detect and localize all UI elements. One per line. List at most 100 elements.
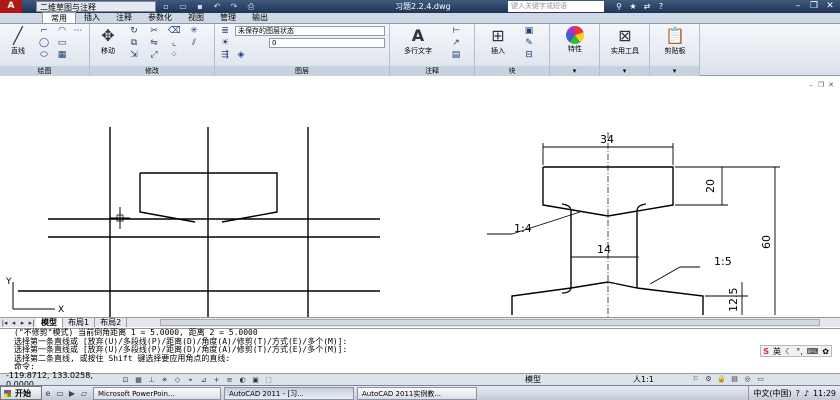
redo-icon[interactable]: ↷ (227, 1, 241, 12)
layer-state-dropdown[interactable]: 未保存的图层状态 (235, 26, 385, 36)
ducs-icon[interactable]: ⊿ (198, 375, 209, 385)
modify-panel-title[interactable]: 修改 (90, 66, 214, 76)
tab-model[interactable]: 模型 (36, 318, 63, 327)
layers-panel-title[interactable]: 图层 (215, 66, 389, 76)
media-icon[interactable]: ▶ (66, 389, 78, 398)
close-icon[interactable]: ✕ (822, 0, 838, 13)
desktop-icon[interactable]: ▭ (54, 389, 66, 398)
mtext-button[interactable]: A 多行文字 (396, 26, 440, 56)
table-icon[interactable]: ▤ (450, 50, 462, 61)
undo-icon[interactable]: ↶ (210, 1, 224, 12)
properties-button[interactable]: 特性 (554, 26, 596, 54)
attribute-icon[interactable]: ⊟ (523, 50, 535, 61)
plot-icon[interactable]: ⎙ (244, 1, 258, 12)
transparency-icon[interactable]: ◐ (237, 375, 248, 385)
properties-panel-expand[interactable]: ▾ (550, 66, 599, 76)
tab-annotate[interactable]: 注释 (108, 12, 140, 23)
open-icon[interactable]: ▭ (176, 1, 190, 12)
tab-layout1[interactable]: 布局1 (63, 318, 96, 327)
osnap-icon[interactable]: ◇ (172, 375, 183, 385)
annotation-panel-title[interactable]: 注释 (390, 66, 474, 76)
layer-isolate-icon[interactable]: ◈ (235, 50, 247, 61)
layer-dropdown[interactable]: 0 (269, 38, 385, 48)
taskbar-item-autocad-2[interactable]: AutoCAD 2011实例教... (357, 386, 477, 400)
start-button[interactable]: 开始 (0, 386, 42, 400)
create-block-icon[interactable]: ▣ (523, 26, 535, 37)
minimize-icon[interactable]: – (790, 0, 806, 13)
lineweight-icon[interactable]: ≡ (224, 375, 235, 385)
edit-block-icon[interactable]: ✎ (523, 38, 535, 49)
fillet-icon[interactable]: ⌞ (168, 38, 180, 49)
search-input[interactable]: 键入关键字或短语 (508, 1, 604, 12)
tab-output[interactable]: 输出 (244, 12, 276, 23)
restore-icon[interactable]: ❐ (806, 0, 822, 13)
utilities-button[interactable]: ⊠ 实用工具 (603, 26, 647, 56)
prev-tab-icon[interactable]: ◂ (9, 319, 18, 327)
last-tab-icon[interactable]: ▸| (27, 319, 36, 327)
lock-icon[interactable]: 🔒 (716, 374, 727, 384)
otrack-icon[interactable]: ⌖ (185, 375, 196, 385)
array-icon[interactable]: ⁘ (168, 50, 180, 61)
line-button[interactable]: ╱ 直线 (4, 26, 32, 56)
erase-icon[interactable]: ⌫ (168, 26, 181, 37)
binoculars-icon[interactable]: ⚲ (612, 0, 626, 13)
workspace-dropdown[interactable]: 二维草图与注释 (36, 1, 156, 12)
tray-help-icon[interactable]: ? (796, 389, 800, 398)
workspace-switch-icon[interactable]: ⚙ (703, 374, 714, 384)
qp-icon[interactable]: ▣ (250, 375, 261, 385)
first-tab-icon[interactable]: |◂ (0, 319, 9, 327)
rectangle-icon[interactable]: ▭ (56, 38, 68, 49)
ellipse-icon[interactable]: ⬭ (38, 50, 50, 61)
horizontal-scrollbar[interactable] (160, 319, 820, 326)
draw-panel-title[interactable]: 绘图 (0, 66, 89, 76)
dyn-icon[interactable]: + (211, 375, 222, 385)
layer-properties-icon[interactable]: ≣ (219, 26, 231, 37)
move-button[interactable]: ✥ 移动 (94, 26, 122, 56)
leader-icon[interactable]: ↗ (450, 38, 462, 49)
trim-icon[interactable]: ✂ (148, 26, 160, 37)
clipboard-button[interactable]: 📋 剪贴板 (654, 26, 696, 56)
tab-home[interactable]: 常用 (42, 12, 76, 23)
offset-icon[interactable]: ⫽ (188, 38, 200, 49)
polar-icon[interactable]: ✳ (159, 375, 170, 385)
ime-moon-icon[interactable]: ☾ (783, 347, 794, 356)
ie-icon[interactable]: e (42, 389, 54, 398)
tab-manage[interactable]: 管理 (212, 12, 244, 23)
star-icon[interactable]: ★ (626, 0, 640, 13)
layer-match-icon[interactable]: ⇶ (219, 50, 231, 61)
exchange-icon[interactable]: ⇄ (640, 0, 654, 13)
snap-icon[interactable]: ⊡ (120, 375, 131, 385)
ime-punct-icon[interactable]: °, (794, 347, 805, 356)
tab-insert[interactable]: 插入 (76, 12, 108, 23)
explode-icon[interactable]: ✳ (188, 26, 200, 37)
command-prompt[interactable]: 命令: (14, 362, 840, 372)
isolate-objects-icon[interactable]: ◎ (742, 374, 753, 384)
utilities-panel-expand[interactable]: ▾ (600, 66, 649, 76)
next-tab-icon[interactable]: ▸ (18, 319, 27, 327)
block-panel-title[interactable]: 块 (475, 66, 549, 76)
polyline-icon[interactable]: ⌐ (38, 26, 50, 37)
hatch-icon[interactable]: ▦ (56, 50, 68, 61)
folder-icon[interactable]: ▱ (78, 389, 90, 398)
insert-button[interactable]: ⊞ 插入 (481, 26, 515, 56)
sc-icon[interactable]: ⬚ (263, 375, 274, 385)
grid-icon[interactable]: ▦ (133, 375, 144, 385)
drawing-canvas[interactable]: – ❐ ✕ 34 14 20 60 12.5 1:4 1:5 Y X (0, 77, 840, 317)
clock[interactable]: 11:29 (813, 389, 836, 398)
help-icon[interactable]: ? (654, 0, 668, 13)
save-icon[interactable]: ▪ (193, 1, 207, 12)
stretch-icon[interactable]: ⇲ (128, 50, 140, 61)
taskbar-item-autocad-1[interactable]: AutoCAD 2011 - [习... (224, 386, 354, 400)
scale-icon[interactable]: ⤢ (148, 50, 160, 61)
autocad-logo-icon[interactable]: A (0, 0, 22, 13)
circle-icon[interactable]: ◯ (38, 38, 50, 49)
ime-logo-icon[interactable]: S (761, 347, 771, 356)
clean-screen-icon[interactable]: ▭ (755, 374, 766, 384)
tab-layout2[interactable]: 布局2 (95, 318, 128, 327)
clipboard-panel-expand[interactable]: ▾ (650, 66, 699, 76)
language-indicator[interactable]: 中文(中国) (753, 388, 791, 399)
arc-icon[interactable]: ◠ (56, 26, 68, 37)
tab-view[interactable]: 视图 (180, 12, 212, 23)
ime-keyboard-icon[interactable]: ⌨ (805, 347, 821, 356)
draw-more-icon[interactable]: ⋯ (72, 26, 84, 37)
